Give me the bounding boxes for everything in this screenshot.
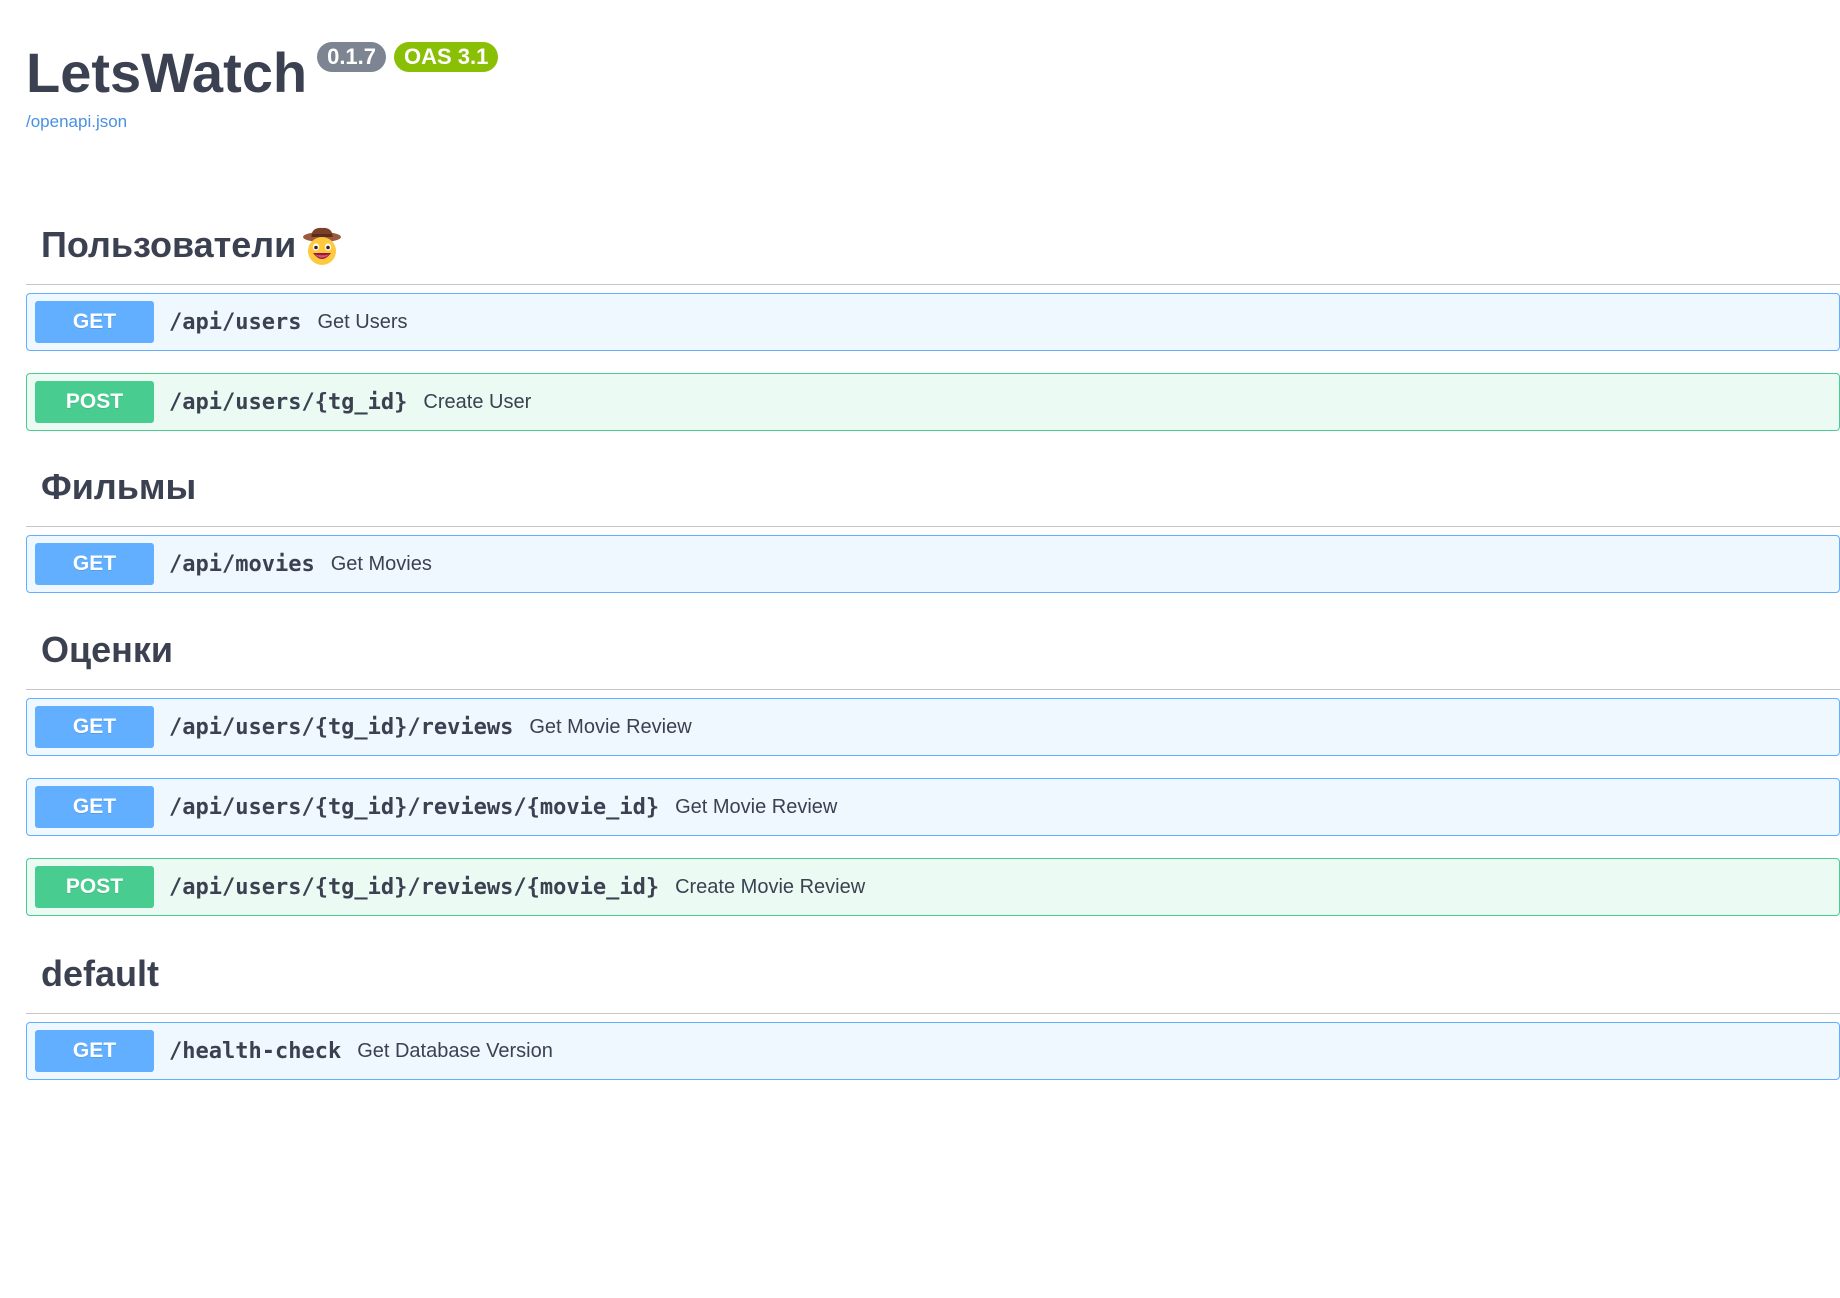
operation-summary: Create Movie Review <box>675 875 866 898</box>
method-badge: GET <box>35 786 154 828</box>
operation-get-reviews[interactable]: GET /api/users/{tg_id}/reviews Get Movie… <box>26 698 1840 756</box>
operation-get-movie-review[interactable]: GET /api/users/{tg_id}/reviews/{movie_id… <box>26 778 1840 836</box>
tag-section-reviews: Оценки GET /api/users/{tg_id}/reviews Ge… <box>26 610 1840 916</box>
operation-summary: Get Movie Review <box>529 715 692 738</box>
tag-header-reviews[interactable]: Оценки <box>26 610 1840 690</box>
oas-badge: OAS 3.1 <box>394 42 499 72</box>
operation-summary: Create User <box>423 390 532 413</box>
method-badge: POST <box>35 866 154 908</box>
api-info: LetsWatch 0.1.7 OAS 3.1 /openapi.json <box>26 38 499 132</box>
api-title: LetsWatch <box>26 41 308 104</box>
operation-path: /api/users/{tg_id}/reviews <box>169 714 514 740</box>
title-row: LetsWatch 0.1.7 OAS 3.1 <box>26 38 499 108</box>
operation-summary: Get Movie Review <box>675 795 838 818</box>
tag-header-movies[interactable]: Фильмы <box>26 447 1840 527</box>
operation-path: /api/movies <box>169 551 315 577</box>
operation-path: /api/users/{tg_id}/reviews/{movie_id} <box>169 874 660 900</box>
method-badge: GET <box>35 543 154 585</box>
method-badge: GET <box>35 301 154 343</box>
tag-header-default[interactable]: default <box>26 934 1840 1014</box>
tag-name: Пользователи <box>41 223 297 265</box>
openapi-json-link[interactable]: /openapi.json <box>26 112 498 132</box>
operation-path: /health-check <box>169 1038 342 1064</box>
operation-get-users[interactable]: GET /api/users Get Users <box>26 293 1840 351</box>
cowboy-face-icon <box>302 225 342 265</box>
operation-create-movie-review[interactable]: POST /api/users/{tg_id}/reviews/{movie_i… <box>26 858 1840 916</box>
operation-path: /api/users/{tg_id} <box>169 389 408 415</box>
method-badge: POST <box>35 381 154 423</box>
method-badge: GET <box>35 1030 154 1072</box>
operation-summary: Get Database Version <box>357 1039 553 1062</box>
swagger-page: LetsWatch 0.1.7 OAS 3.1 /openapi.json По… <box>0 0 1840 1298</box>
operation-get-movies[interactable]: GET /api/movies Get Movies <box>26 535 1840 593</box>
operation-create-user[interactable]: POST /api/users/{tg_id} Create User <box>26 373 1840 431</box>
operation-health-check[interactable]: GET /health-check Get Database Version <box>26 1022 1840 1080</box>
operation-summary: Get Users <box>317 310 408 333</box>
tag-header-users[interactable]: Пользователи <box>26 205 1840 285</box>
method-badge: GET <box>35 706 154 748</box>
tag-name: Фильмы <box>41 465 197 507</box>
tag-name: Оценки <box>41 628 174 670</box>
version-badge: 0.1.7 <box>317 42 387 72</box>
tag-section-default: default GET /health-check Get Database V… <box>26 934 1840 1080</box>
tag-section-movies: Фильмы GET /api/movies Get Movies <box>26 447 1840 593</box>
operation-summary: Get Movies <box>330 552 432 575</box>
tag-name: default <box>41 952 160 994</box>
operation-path: /api/users <box>169 309 302 335</box>
tag-section-users: Пользователи GET /api/users Get Users PO… <box>26 205 1840 431</box>
operation-path: /api/users/{tg_id}/reviews/{movie_id} <box>169 794 660 820</box>
